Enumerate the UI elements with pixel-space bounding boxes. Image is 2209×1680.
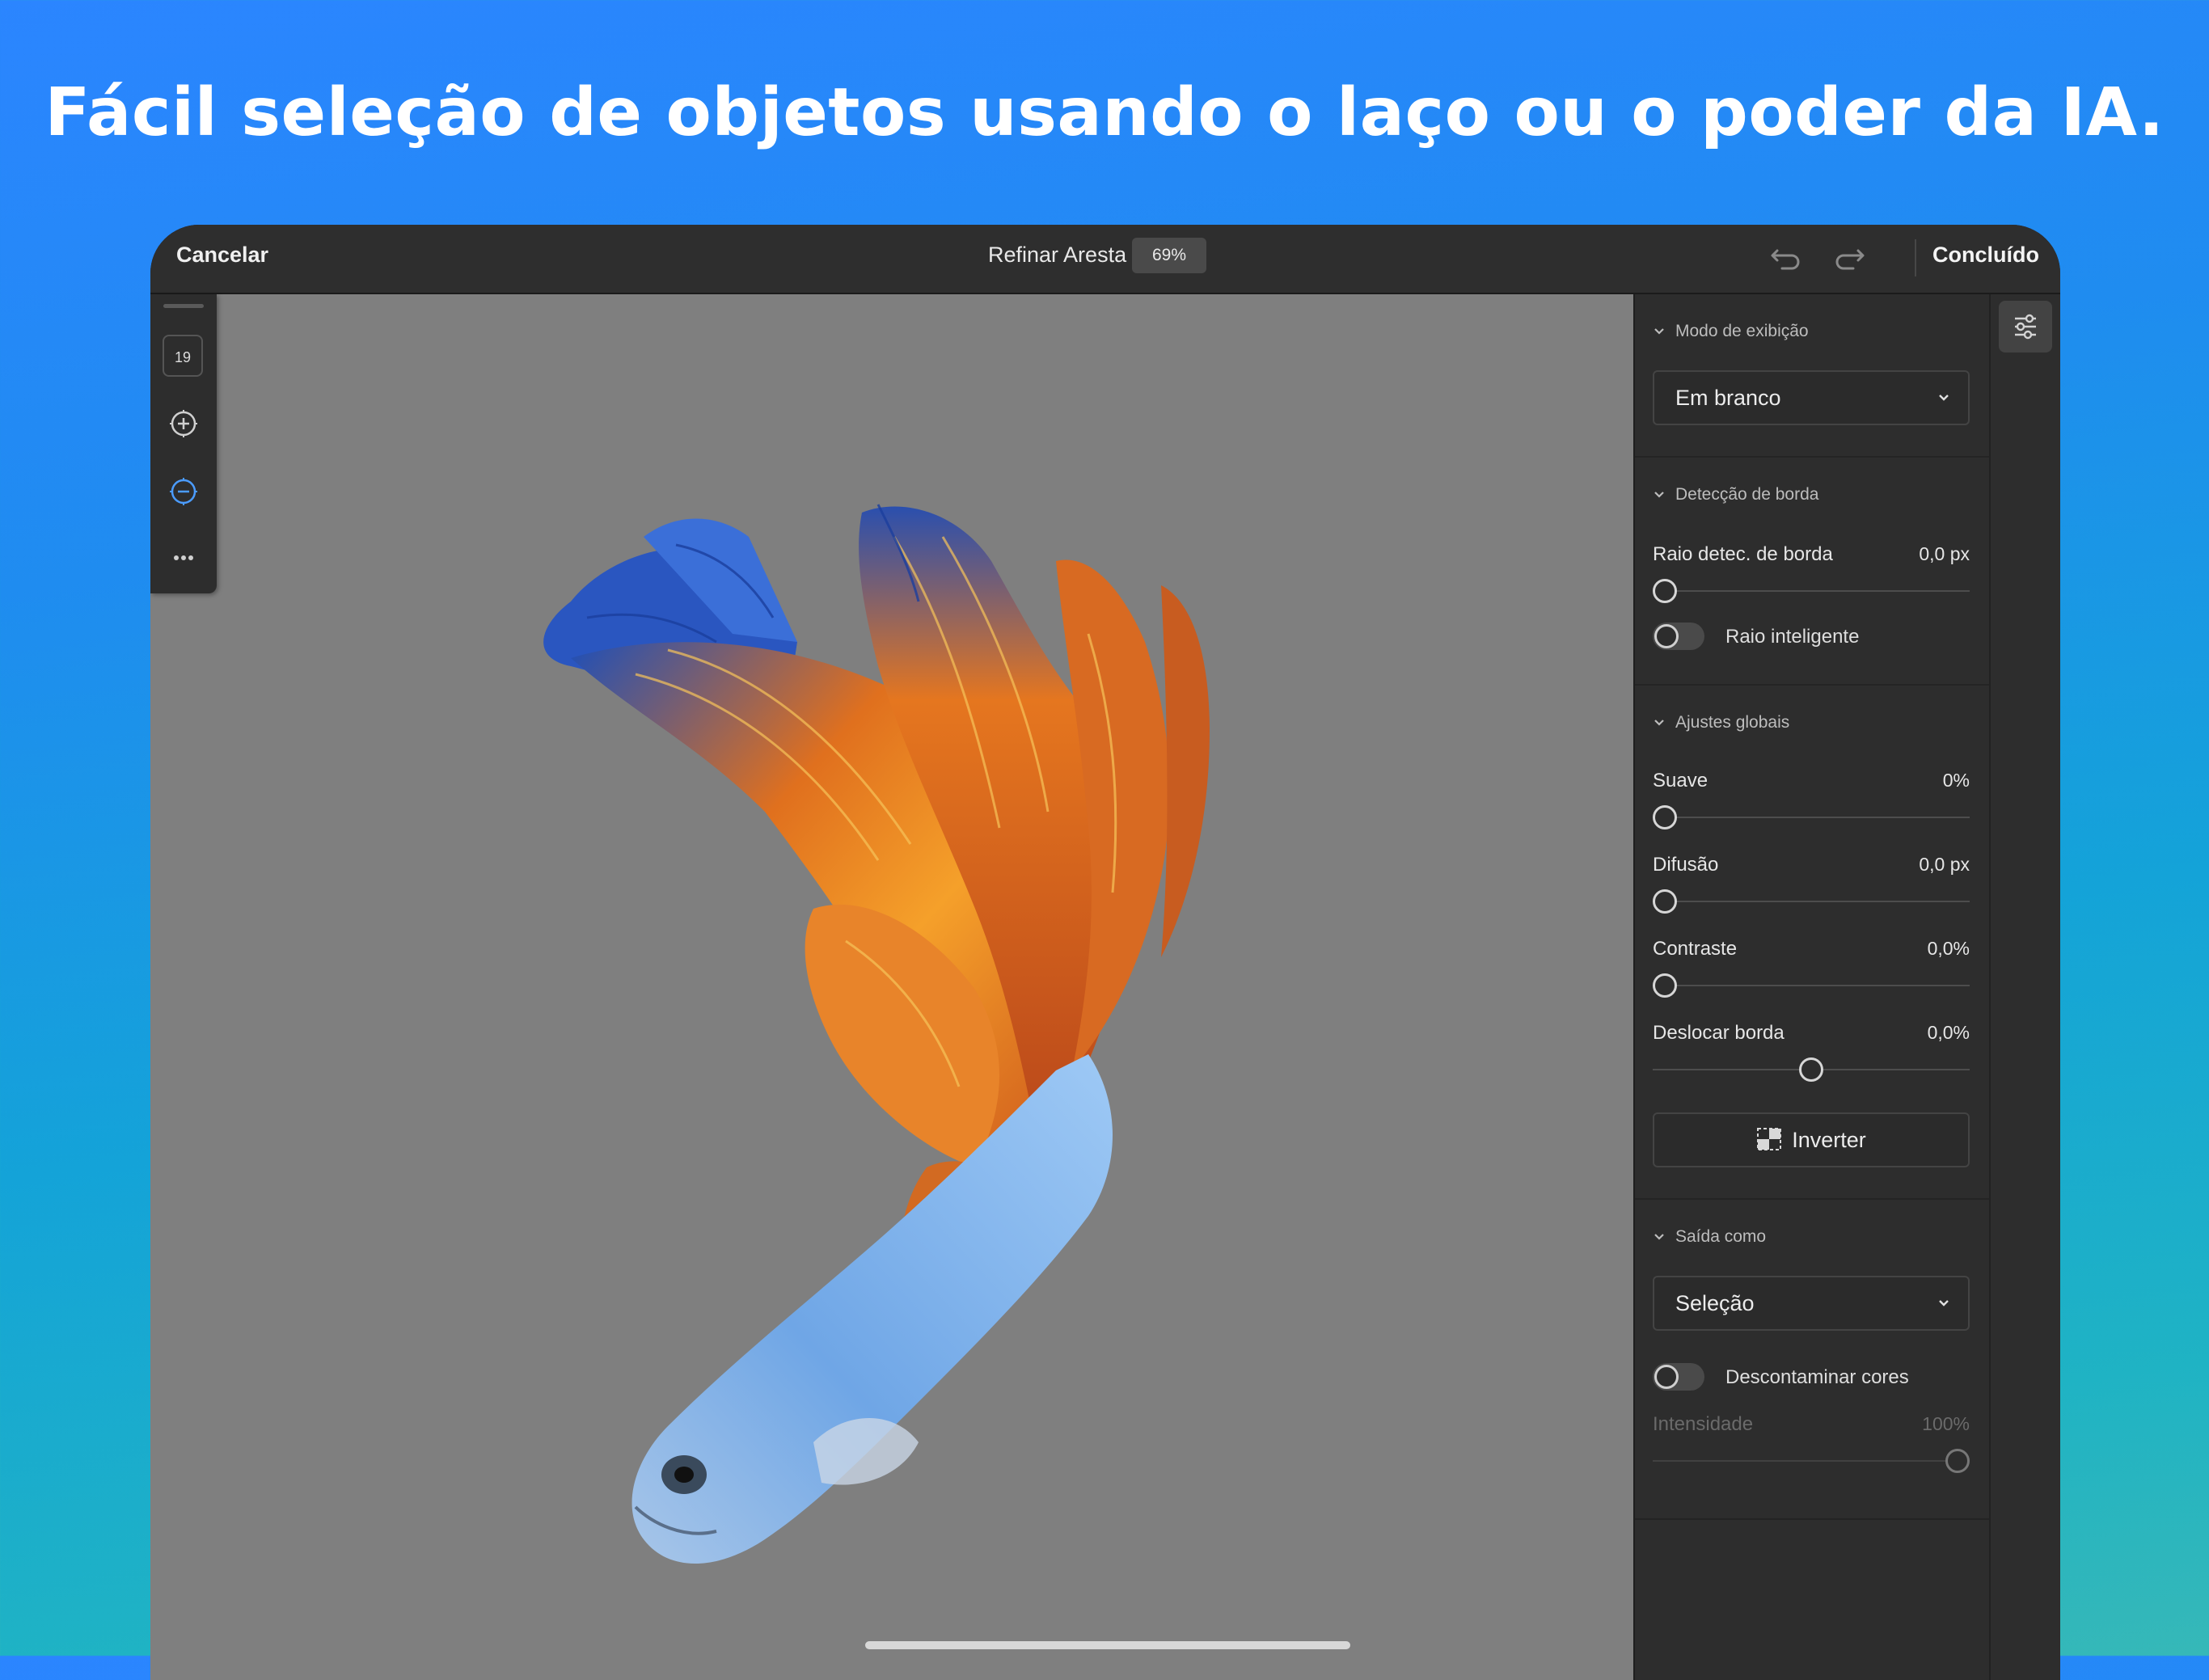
intensity-value: 100%	[1922, 1413, 1970, 1434]
section-edge-detection: Detecção de borda Raio detec. de borda 0…	[1635, 458, 1989, 686]
toggle-knob	[1654, 1365, 1679, 1389]
chevron-down-icon	[1654, 720, 1664, 727]
done-button[interactable]: Concluído	[1932, 243, 2039, 268]
smart-radius-label: Raio inteligente	[1725, 626, 1860, 648]
plus-circle-icon[interactable]	[164, 404, 203, 443]
chevron-down-icon	[1939, 1300, 1949, 1306]
decontaminate-label: Descontaminar cores	[1725, 1366, 1909, 1388]
contrast-label: Contraste	[1653, 938, 1738, 960]
radius-value: 0,0 px	[1919, 543, 1970, 564]
section-global-adjustments: Ajustes globais Suave 0% Difusão 0,0 px …	[1635, 686, 1989, 1200]
drag-handle[interactable]	[163, 304, 204, 308]
zoom-badge[interactable]: 69%	[1132, 238, 1206, 273]
cancel-button[interactable]: Cancelar	[176, 243, 268, 268]
dropdown-value: Em branco	[1675, 386, 1781, 410]
dropdown-value: Seleção	[1675, 1291, 1755, 1315]
sliders-icon[interactable]	[1999, 301, 2052, 352]
intensity-label: Intensidade	[1653, 1413, 1754, 1435]
smooth-slider-track[interactable]	[1653, 805, 1970, 829]
invert-button[interactable]: Inverter	[1653, 1112, 1970, 1167]
intensity-slider-track	[1653, 1449, 1970, 1473]
minus-circle-icon[interactable]	[164, 472, 203, 511]
redo-icon[interactable]	[1829, 239, 1869, 276]
brush-size-button[interactable]: 19	[163, 335, 203, 377]
section-title: Saída como	[1675, 1227, 1767, 1246]
chevron-down-icon	[1654, 492, 1664, 499]
contrast-slider-thumb[interactable]	[1653, 973, 1677, 998]
smooth-label: Suave	[1653, 770, 1708, 791]
smooth-slider-thumb[interactable]	[1653, 805, 1677, 829]
fish-image	[543, 504, 1210, 1564]
chevron-down-icon	[1654, 1234, 1664, 1241]
more-icon[interactable]	[164, 538, 203, 577]
toggle-knob	[1654, 624, 1679, 648]
feather-slider-thumb[interactable]	[1653, 889, 1677, 914]
app-window: Cancelar Refinar Aresta 69% Concluído 19…	[150, 225, 2060, 1680]
section-view-mode: Modo de exibição Em branco	[1635, 294, 1989, 458]
chevron-down-icon	[1939, 395, 1949, 401]
top-bar: Cancelar Refinar Aresta 69% Concluído	[150, 225, 2060, 294]
chevron-down-icon	[1654, 328, 1664, 336]
divider	[1915, 239, 1916, 276]
tool-rail: 19	[150, 294, 217, 593]
invert-icon	[1757, 1127, 1782, 1150]
invert-label: Inverter	[1792, 1128, 1866, 1152]
properties-rail	[1989, 294, 2060, 1680]
section-title: Modo de exibição	[1675, 322, 1809, 340]
smooth-value: 0%	[1942, 770, 1970, 791]
view-mode-dropdown[interactable]: Em branco	[1653, 370, 1970, 425]
page-title: Refinar Aresta	[988, 243, 1127, 267]
undo-icon[interactable]	[1766, 239, 1806, 276]
section-output: Saída como Seleção Descontaminar cores I…	[1635, 1200, 1989, 1520]
section-title: Ajustes globais	[1675, 713, 1790, 732]
smart-radius-toggle[interactable]	[1653, 623, 1704, 650]
intensity-slider-thumb	[1945, 1449, 1970, 1473]
radius-slider-thumb[interactable]	[1653, 579, 1677, 603]
section-title: Detecção de borda	[1675, 485, 1819, 504]
feather-value: 0,0 px	[1919, 854, 1970, 875]
feather-slider-track[interactable]	[1653, 889, 1970, 914]
shift-edge-label: Deslocar borda	[1653, 1022, 1785, 1044]
headline: Fácil seleção de objetos usando o laço o…	[44, 74, 2165, 151]
home-indicator	[865, 1641, 1350, 1649]
output-dropdown[interactable]: Seleção	[1653, 1276, 1970, 1331]
image-canvas[interactable]	[150, 294, 1633, 1680]
section-header[interactable]: Modo de exibição	[1653, 322, 1809, 341]
radius-slider-track[interactable]	[1653, 579, 1970, 603]
shift-edge-slider-thumb[interactable]	[1799, 1057, 1823, 1082]
radius-label: Raio detec. de borda	[1653, 543, 1833, 565]
decontaminate-toggle[interactable]	[1653, 1363, 1704, 1391]
feather-label: Difusão	[1653, 854, 1719, 876]
shift-edge-value: 0,0%	[1927, 1022, 1970, 1043]
section-header[interactable]: Saída como	[1653, 1227, 1766, 1247]
section-header[interactable]: Detecção de borda	[1653, 485, 1818, 504]
contrast-value: 0,0%	[1927, 938, 1970, 959]
shift-edge-slider-track[interactable]	[1653, 1057, 1970, 1082]
contrast-slider-track[interactable]	[1653, 973, 1970, 998]
refine-edge-panel: Modo de exibição Em branco Detecção de b…	[1633, 294, 1989, 1680]
section-header[interactable]: Ajustes globais	[1653, 713, 1789, 732]
